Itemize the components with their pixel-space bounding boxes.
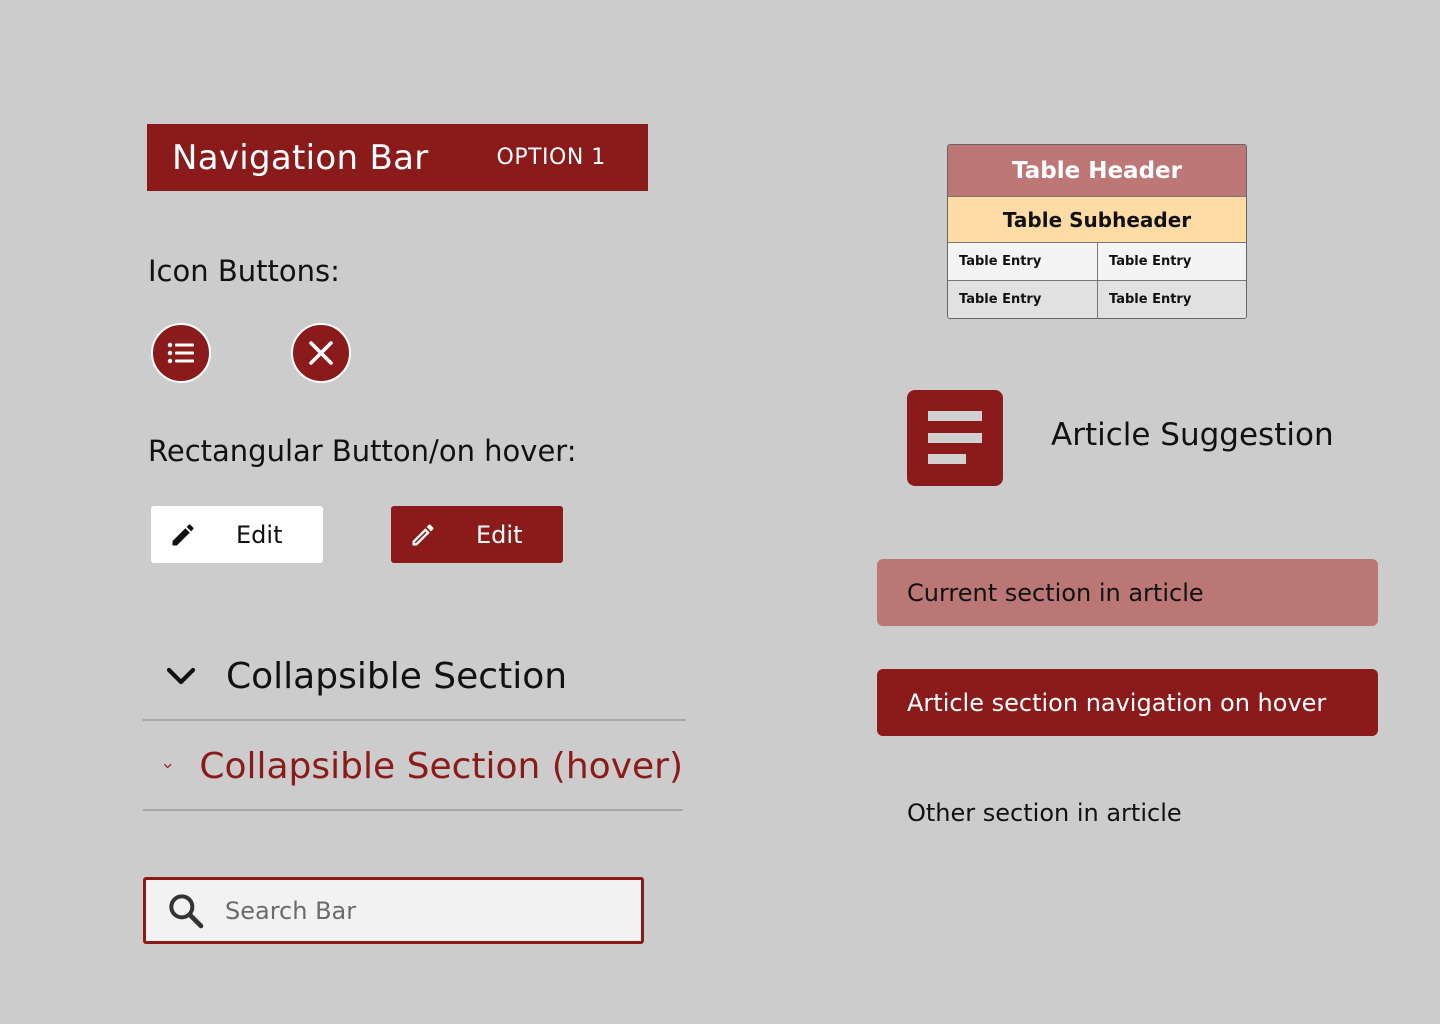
list-button[interactable] bbox=[151, 323, 211, 383]
icon-buttons-label: Icon Buttons: bbox=[148, 254, 340, 288]
table-cell: Table Entry bbox=[1097, 243, 1246, 280]
section-hover[interactable]: Article section navigation on hover bbox=[877, 669, 1378, 736]
navbar-option-1[interactable]: OPTION 1 bbox=[497, 145, 606, 170]
pencil-icon bbox=[172, 523, 194, 545]
table-cell: Table Entry bbox=[1097, 281, 1246, 318]
list-icon bbox=[167, 342, 194, 364]
table-row: Table Entry Table Entry bbox=[948, 243, 1246, 280]
search-icon bbox=[169, 893, 204, 928]
close-button[interactable] bbox=[291, 323, 351, 383]
table: Table Header Table Subheader Table Entry… bbox=[947, 144, 1247, 319]
rect-buttons-label: Rectangular Button/on hover: bbox=[148, 434, 577, 468]
chevron-down-icon bbox=[166, 667, 196, 685]
collapsible-section-hover[interactable]: Collapsible Section (hover) bbox=[143, 723, 683, 811]
section-current[interactable]: Current section in article bbox=[877, 559, 1378, 626]
collapsible-section-hover-label: Collapsible Section (hover) bbox=[199, 745, 683, 787]
navigation-bar: Navigation Bar OPTION 1 bbox=[147, 124, 648, 191]
table-cell: Table Entry bbox=[948, 243, 1097, 280]
search-bar[interactable] bbox=[143, 877, 644, 944]
edit-button-hover[interactable]: Edit bbox=[391, 506, 563, 563]
table-subheader: Table Subheader bbox=[948, 197, 1246, 243]
edit-button[interactable]: Edit bbox=[151, 506, 323, 563]
close-icon bbox=[309, 341, 333, 365]
collapsible-section-label: Collapsible Section bbox=[226, 655, 568, 697]
section-other[interactable]: Other section in article bbox=[877, 779, 1378, 846]
navbar-title[interactable]: Navigation Bar bbox=[172, 138, 429, 178]
table-cell: Table Entry bbox=[948, 281, 1097, 318]
search-input[interactable] bbox=[223, 895, 607, 926]
table-row: Table Entry Table Entry bbox=[948, 280, 1246, 318]
edit-button-hover-label: Edit bbox=[476, 520, 523, 549]
collapsible-section[interactable]: Collapsible Section bbox=[143, 633, 686, 721]
document-icon bbox=[928, 411, 982, 464]
edit-button-label: Edit bbox=[236, 520, 283, 549]
article-suggestion-label[interactable]: Article Suggestion bbox=[1051, 417, 1334, 453]
pencil-outline-icon bbox=[412, 523, 434, 545]
table-header: Table Header bbox=[948, 145, 1246, 197]
article-suggestion-button[interactable] bbox=[907, 390, 1003, 486]
chevron-down-icon bbox=[164, 763, 172, 769]
